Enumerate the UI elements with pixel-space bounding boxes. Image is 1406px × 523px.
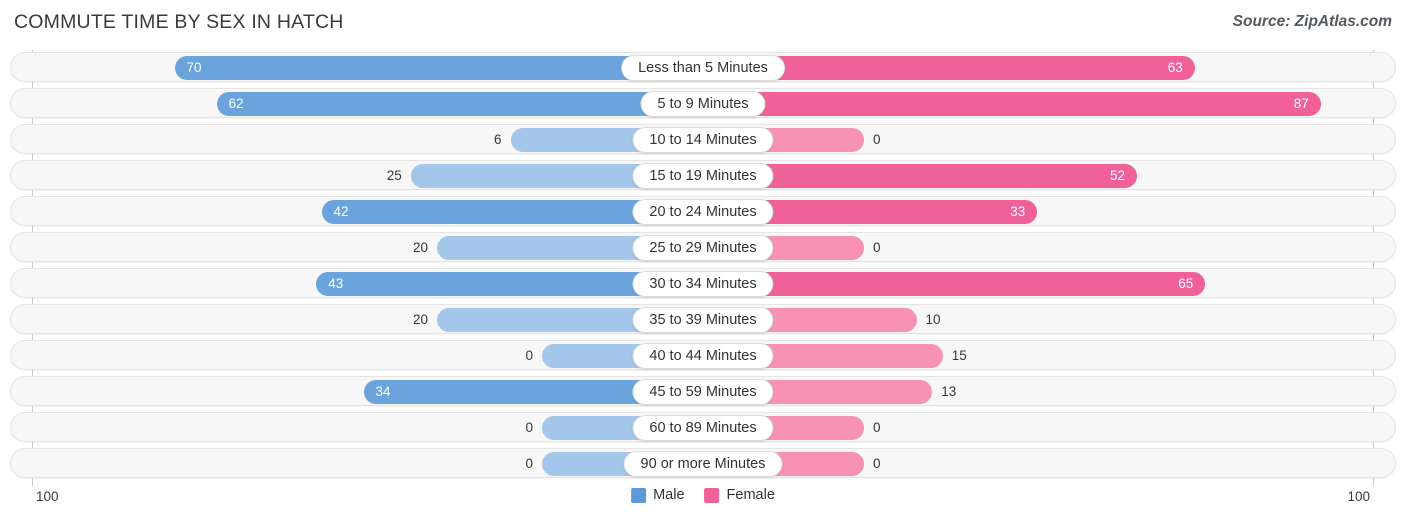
table-row[interactable]: 42 33 20 to 24 Minutes (10, 196, 1396, 226)
axis-tick-right: 100 (1347, 489, 1370, 504)
table-row[interactable]: 25 52 15 to 19 Minutes (10, 160, 1396, 190)
female-value-label: 63 (1167, 60, 1183, 75)
legend-item-female[interactable]: Female (704, 487, 775, 503)
category-label: 90 or more Minutes (623, 451, 783, 477)
table-row[interactable]: 0 15 40 to 44 Minutes (10, 340, 1396, 370)
female-bar[interactable]: 87 (714, 92, 1321, 116)
female-value-label: 0 (873, 240, 881, 255)
female-value-label: 65 (1178, 276, 1194, 291)
legend-item-male[interactable]: Male (631, 487, 685, 503)
female-bar[interactable]: 65 (714, 272, 1206, 296)
female-value-label: 87 (1293, 96, 1309, 111)
legend-swatch-icon (704, 487, 720, 503)
category-label: 45 to 59 Minutes (632, 379, 774, 405)
chart-legend: Male Female (631, 487, 775, 503)
male-value-label: 0 (525, 420, 533, 435)
legend-label: Female (726, 487, 775, 503)
female-value-label: 0 (873, 132, 881, 147)
category-label: 60 to 89 Minutes (632, 415, 774, 441)
female-value-label: 33 (1010, 204, 1026, 219)
category-label: 5 to 9 Minutes (640, 91, 766, 117)
table-row[interactable]: 0 0 60 to 89 Minutes (10, 412, 1396, 442)
male-value-label: 34 (375, 384, 391, 399)
table-row[interactable]: 6 0 10 to 14 Minutes (10, 124, 1396, 154)
legend-label: Male (653, 487, 685, 503)
female-value-label: 15 (951, 348, 967, 363)
female-value-label: 0 (873, 420, 881, 435)
male-value-label: 70 (186, 60, 202, 75)
category-label: 35 to 39 Minutes (632, 307, 774, 333)
female-value-label: 52 (1109, 168, 1125, 183)
category-label: 20 to 24 Minutes (632, 199, 774, 225)
table-row[interactable]: 20 0 25 to 29 Minutes (10, 232, 1396, 262)
male-value-label: 25 (386, 168, 402, 183)
male-value-label: 6 (493, 132, 502, 147)
male-value-label: 43 (328, 276, 344, 291)
category-label: 30 to 34 Minutes (632, 271, 774, 297)
plot-area: 70 63 Less than 5 Minutes 62 87 5 to 9 Minute… (0, 50, 1406, 486)
source-attribution: Source: ZipAtlas.com (1232, 13, 1392, 30)
table-row[interactable]: 0 0 90 or more Minutes (10, 448, 1396, 478)
male-bar[interactable]: 62 (216, 92, 692, 116)
female-bar[interactable]: 63 (714, 56, 1195, 80)
male-value-label: 0 (525, 348, 533, 363)
category-label: 25 to 29 Minutes (632, 235, 774, 261)
table-row[interactable]: 62 87 5 to 9 Minutes (10, 88, 1396, 118)
table-row[interactable]: 70 63 Less than 5 Minutes (10, 52, 1396, 82)
female-bar[interactable]: 52 (714, 164, 1137, 188)
chart-page: COMMUTE TIME BY SEX IN HATCH Source: Zip… (0, 0, 1406, 523)
page-title: COMMUTE TIME BY SEX IN HATCH (14, 11, 344, 33)
male-value-label: 0 (525, 456, 533, 471)
category-label: 15 to 19 Minutes (632, 163, 774, 189)
female-value-label: 0 (873, 456, 881, 471)
table-row[interactable]: 43 65 30 to 34 Minutes (10, 268, 1396, 298)
female-value-label: 10 (925, 312, 941, 327)
male-bar[interactable]: 70 (174, 56, 692, 80)
male-value-label: 20 (412, 240, 428, 255)
male-value-label: 62 (228, 96, 244, 111)
category-label: 40 to 44 Minutes (632, 343, 774, 369)
table-row[interactable]: 34 13 45 to 59 Minutes (10, 376, 1396, 406)
category-label: 10 to 14 Minutes (632, 127, 774, 153)
table-row[interactable]: 20 10 35 to 39 Minutes (10, 304, 1396, 334)
axis-tick-left: 100 (36, 489, 59, 504)
male-value-label: 42 (333, 204, 349, 219)
legend-swatch-icon (631, 487, 647, 503)
female-value-label: 13 (941, 384, 957, 399)
category-label: Less than 5 Minutes (621, 55, 785, 81)
male-value-label: 20 (412, 312, 428, 327)
